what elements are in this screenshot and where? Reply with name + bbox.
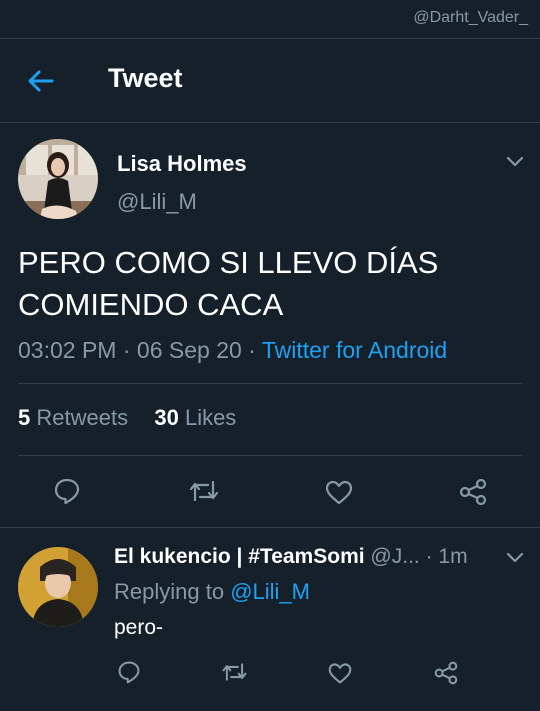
reply-icon[interactable]	[117, 660, 141, 684]
tweet-time: 03:02 PM	[18, 337, 117, 363]
retweet-icon[interactable]	[188, 478, 220, 504]
page-title: Tweet	[108, 63, 183, 93]
author-handle[interactable]: @Lili_M	[117, 189, 197, 215]
chevron-down-icon[interactable]	[505, 155, 525, 169]
reply-header: El kukencio | #TeamSomi @J... · 1m	[114, 545, 514, 569]
share-icon[interactable]	[458, 478, 488, 506]
tweet-stats: 5 Retweets 30 Likes	[18, 405, 236, 431]
replying-prefix: Replying to	[114, 579, 225, 604]
reply-author-name[interactable]: El kukencio | #TeamSomi	[114, 545, 365, 568]
app-header: Tweet	[0, 39, 540, 123]
like-icon[interactable]	[327, 661, 353, 685]
chevron-down-icon[interactable]	[505, 551, 525, 565]
meta-separator: ·	[248, 337, 256, 363]
watermark-bar: @Darht_Vader_	[0, 0, 540, 39]
meta-separator: ·	[122, 337, 131, 363]
likes-stat[interactable]: 30 Likes	[154, 405, 236, 430]
avatar[interactable]	[18, 139, 98, 219]
tweet-meta: 03:02 PM · 06 Sep 20 · Twitter for Andro…	[18, 337, 447, 364]
reply-author-handle[interactable]: @J...	[370, 545, 419, 568]
arrow-left-icon[interactable]	[26, 66, 56, 96]
tweet-text: PERO COMO SI LLEVO DÍAS COMIENDO CACA	[18, 242, 518, 326]
retweets-stat[interactable]: 5 Retweets	[18, 405, 128, 430]
like-icon[interactable]	[324, 478, 354, 506]
tweet-source-link[interactable]: Twitter for Android	[262, 337, 447, 363]
reply-icon[interactable]	[53, 477, 81, 505]
author-name[interactable]: Lisa Holmes	[117, 151, 247, 177]
reply-time: · 1m	[425, 545, 468, 568]
retweets-label: Retweets	[36, 405, 129, 430]
tweet-date: 06 Sep 20	[136, 337, 242, 363]
avatar[interactable]	[18, 547, 98, 627]
divider	[18, 455, 522, 456]
reply-text: pero-	[114, 616, 164, 639]
divider	[0, 527, 540, 528]
divider	[18, 383, 522, 384]
tweet-text-line: COMIENDO CACA	[18, 287, 284, 322]
replying-to: Replying to @Lili_M	[114, 579, 310, 605]
retweet-icon[interactable]	[221, 661, 248, 683]
likes-count: 30	[154, 405, 179, 430]
likes-label: Likes	[184, 405, 237, 430]
share-icon[interactable]	[433, 661, 459, 685]
replying-to-link[interactable]: @Lili_M	[230, 579, 310, 604]
watermark-text: @Darht_Vader_	[413, 9, 528, 26]
retweets-count: 5	[18, 405, 31, 430]
tweet-text-line: PERO COMO SI LLEVO DÍAS	[18, 245, 439, 280]
